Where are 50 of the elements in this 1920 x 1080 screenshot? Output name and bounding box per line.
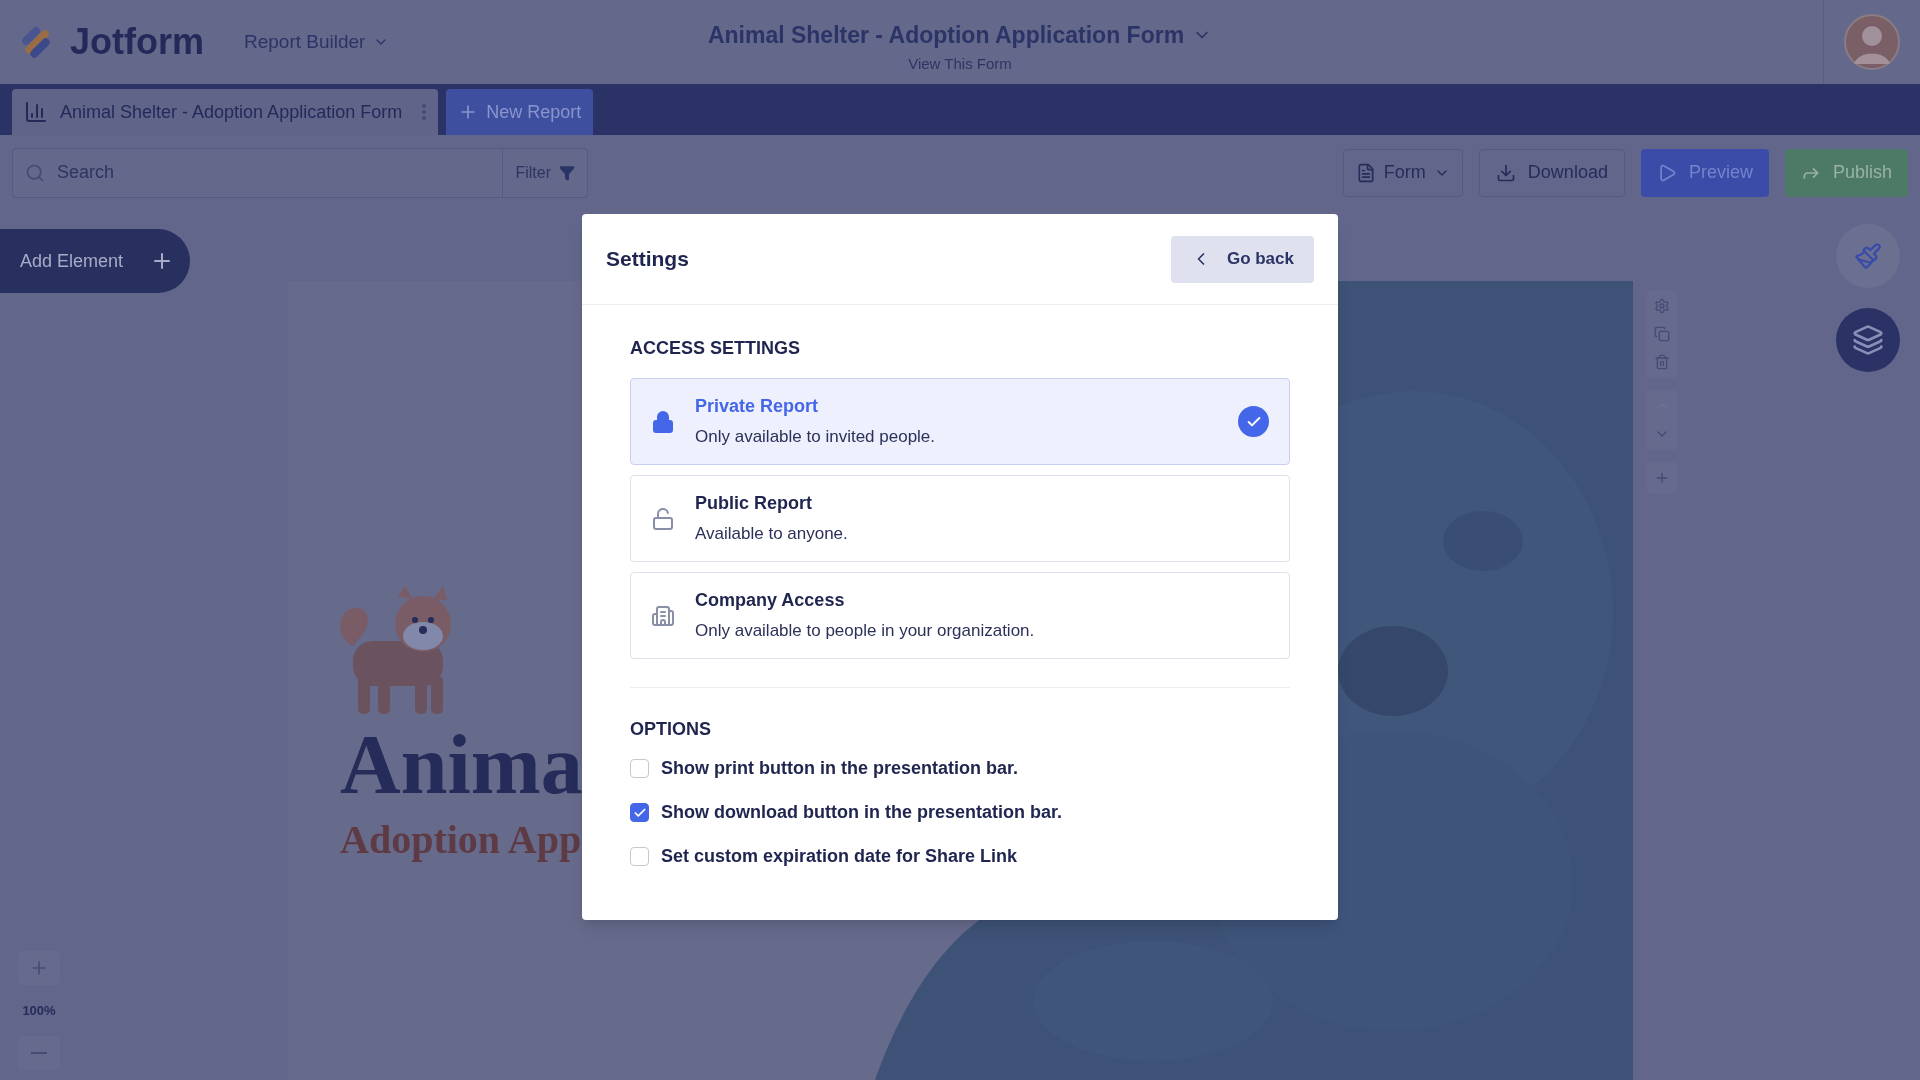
funnel-icon (559, 164, 575, 181)
form-subheading: Adoption App (340, 816, 583, 864)
settings-icon[interactable] (1654, 298, 1670, 314)
form-menu-button[interactable]: Form (1342, 148, 1463, 197)
preview-button[interactable]: Preview (1640, 148, 1769, 197)
zoom-out-button[interactable] (18, 1036, 60, 1070)
dialog-title: Settings (606, 246, 689, 273)
checkbox[interactable] (630, 759, 649, 778)
more-icon (422, 104, 427, 120)
form-heading: Anima (340, 723, 583, 807)
lock-icon (651, 409, 675, 434)
zoom-in-button[interactable] (18, 950, 60, 985)
building-icon (651, 603, 675, 628)
download-button[interactable]: Download (1478, 148, 1625, 197)
copy-icon[interactable] (1654, 326, 1670, 342)
publish-button[interactable]: Publish (1784, 148, 1908, 197)
section-heading: OPTIONS (630, 718, 712, 741)
option-description: Available to anyone. (695, 523, 848, 546)
option-description: Only available to invited people. (695, 426, 936, 449)
form-title-menu[interactable]: Animal Shelter - Adoption Application Form (707, 18, 1213, 53)
option-label: Show print button in the presentation bar. (661, 757, 1018, 780)
access-option[interactable]: Company Access Only available to people in your organization. (630, 572, 1290, 659)
paint-roller-icon (1854, 242, 1882, 270)
checkbox[interactable] (630, 803, 649, 822)
option-label: Set custom expiration date for Share Link (661, 845, 1018, 868)
product-menu[interactable]: Report Builder (244, 27, 390, 57)
report-tab[interactable]: Animal Shelter - Adoption Application Form (12, 89, 439, 135)
layers-icon (1852, 324, 1884, 356)
minus-icon (31, 1052, 47, 1054)
option-label: Show download button in the presentation bar. (661, 801, 1062, 824)
download-icon (1495, 162, 1516, 183)
option-title: Company Access (695, 589, 846, 613)
unlock-icon (651, 506, 675, 531)
search-icon (25, 162, 45, 183)
option-title: Private Report (695, 395, 820, 419)
option-description: Only available to people in your organization. (695, 620, 1035, 643)
trash-icon[interactable] (1654, 354, 1670, 370)
access-option[interactable]: Public Report Available to anyone. (630, 475, 1290, 562)
new-report-button[interactable]: New Report (446, 89, 594, 135)
add-element-button[interactable]: Add Element (0, 229, 190, 293)
section-heading: ACCESS SETTINGS (630, 337, 802, 360)
chart-icon (24, 100, 48, 124)
plus-icon[interactable] (1654, 470, 1670, 486)
access-option[interactable]: Private Report Only available to invited people. (630, 378, 1290, 465)
avatar[interactable] (1844, 14, 1900, 70)
zoom-level: 100% (22, 1001, 56, 1020)
logo-text: Jotform (70, 20, 204, 64)
option-title: Public Report (695, 492, 813, 516)
checkbox[interactable] (630, 847, 649, 866)
go-back-button[interactable]: Go back (1170, 235, 1314, 283)
